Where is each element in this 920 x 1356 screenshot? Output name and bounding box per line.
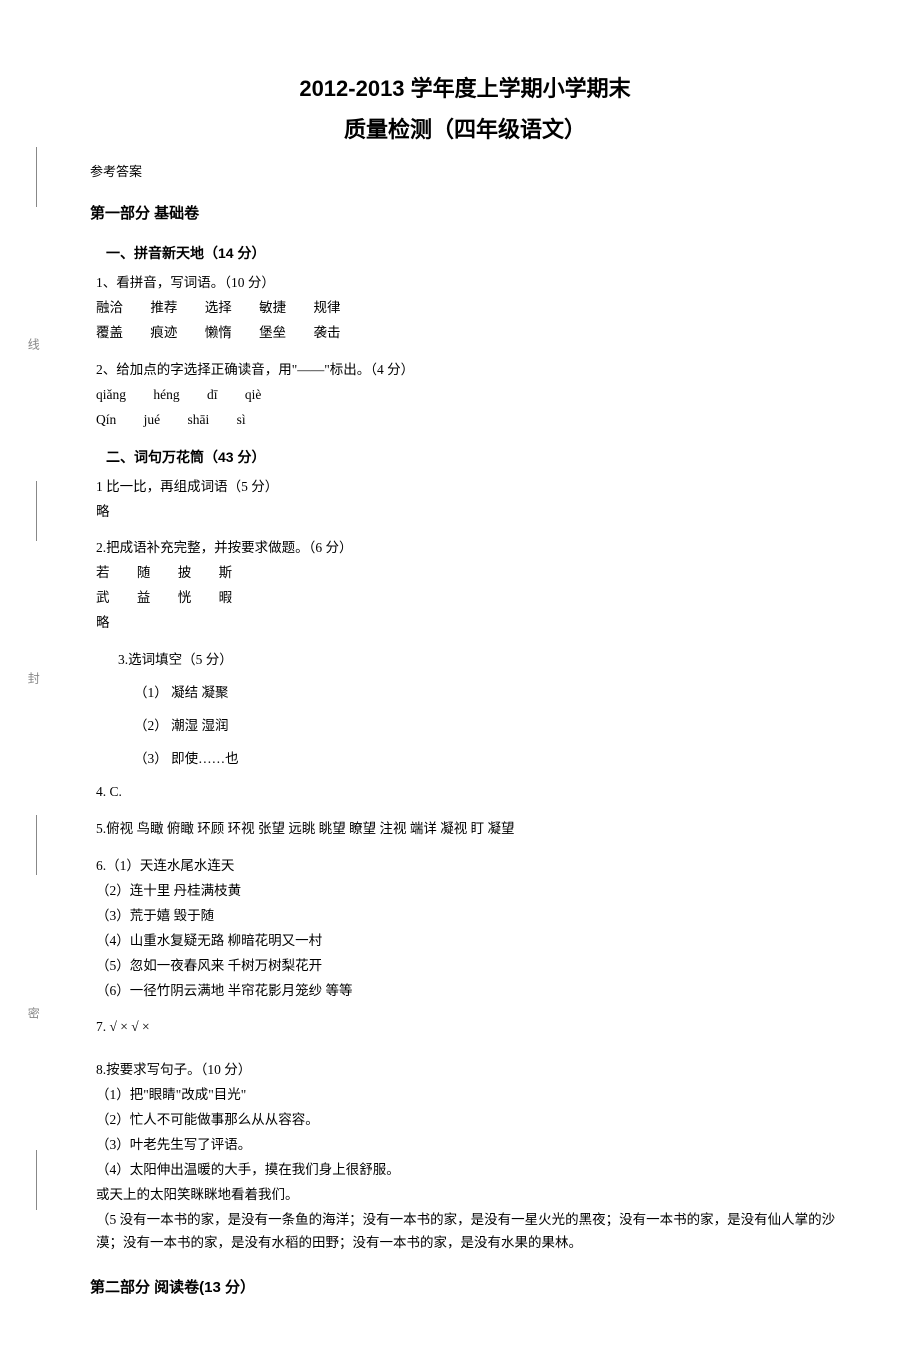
s2q1-ans: 略 (96, 501, 840, 524)
s2q3-i1: （1） 凝结 凝聚 (134, 682, 840, 705)
s2q4: 4. C. (96, 781, 840, 804)
reference-answer-label: 参考答案 (90, 161, 840, 183)
word: 堡垒 (259, 325, 286, 340)
pinyin: héng (153, 387, 179, 402)
pinyin: qiǎng (96, 387, 126, 402)
word: 敏捷 (259, 300, 286, 315)
section1-title: 一、拼音新天地（14 分） (106, 242, 840, 266)
char: 随 (137, 565, 151, 580)
s2q2-row2: 武 益 恍 暇 (96, 587, 840, 610)
s2q8-alt: 或天上的太阳笑眯眯地看着我们。 (96, 1184, 840, 1207)
s2q3-i3: （3） 即使……也 (134, 748, 840, 771)
char: 斯 (219, 565, 233, 580)
margin-line (36, 815, 37, 875)
pinyin: dī (207, 387, 218, 402)
q1-prompt: 1、看拼音，写词语。（10 分） (96, 272, 840, 295)
word: 推荐 (150, 300, 177, 315)
doc-title-line1: 2012-2013 学年度上学期小学期末 (90, 70, 840, 107)
q2-row1: qiǎng héng dī qiè (96, 384, 840, 407)
pinyin: qiè (245, 387, 262, 402)
pinyin: sì (237, 412, 246, 427)
s2q8-i3: （3）叶老先生写了评语。 (96, 1134, 840, 1157)
char: 武 (96, 590, 110, 605)
s2q8-i5: （5 没有一本书的家，是没有一条鱼的海洋；没有一本书的家，是没有一星火光的黑夜；… (96, 1209, 840, 1255)
s2q8-i4: （4）太阳伸出温暖的大手，摸在我们身上很舒服。 (96, 1159, 840, 1182)
doc-title-line2: 质量检测（四年级语文） (90, 111, 840, 148)
s2q7: 7. √ × √ × (96, 1016, 840, 1039)
pinyin: shāi (188, 412, 210, 427)
s2q6-i2: （2）连十里 丹桂满枝黄 (96, 880, 840, 903)
word: 懒惰 (205, 325, 232, 340)
s2q5: 5.俯视 鸟瞰 俯瞰 环顾 环视 张望 远眺 眺望 瞭望 注视 端详 凝视 盯 … (96, 818, 840, 841)
s2q3-prompt: 3.选词填空（5 分） (118, 649, 840, 672)
char: 恍 (178, 590, 192, 605)
q2-prompt: 2、给加点的字选择正确读音，用"——"标出。（4 分） (96, 359, 840, 382)
section2-title: 二、词句万花筒（43 分） (106, 446, 840, 470)
word: 规律 (314, 300, 341, 315)
s2q6-prompt: 6.（1）天连水尾水连天 (96, 855, 840, 878)
s2q8-i2: （2）忙人不可能做事那么从从容容。 (96, 1109, 840, 1132)
word: 融洽 (96, 300, 123, 315)
pinyin: jué (144, 412, 161, 427)
s2q2-prompt: 2.把成语补充完整，并按要求做题。（6 分） (96, 537, 840, 560)
s2q6-i4: （4）山重水复疑无路 柳暗花明又一村 (96, 930, 840, 953)
part1-heading: 第一部分 基础卷 (90, 201, 840, 227)
word: 选择 (205, 300, 232, 315)
q1-row2: 覆盖 痕迹 懒惰 堡垒 袭击 (96, 322, 840, 345)
margin-char: 封 (23, 672, 43, 684)
margin-char: 密 (23, 1007, 43, 1019)
s2q6-i6: （6）一径竹阴云满地 半帘花影月笼纱 等等 (96, 980, 840, 1003)
s2q2-ans: 略 (96, 612, 840, 635)
margin-line (36, 481, 37, 541)
margin-line (36, 1150, 37, 1210)
char: 披 (178, 565, 192, 580)
word: 痕迹 (150, 325, 177, 340)
s2q8-prompt: 8.按要求写句子。（10 分） (96, 1059, 840, 1082)
margin-line (36, 147, 37, 207)
s2q1-prompt: 1 比一比，再组成词语（5 分） (96, 476, 840, 499)
pinyin: Qín (96, 412, 116, 427)
char: 若 (96, 565, 110, 580)
margin-char: 线 (23, 338, 43, 350)
s2q8-i1: （1）把"眼睛"改成"目光" (96, 1084, 840, 1107)
word: 袭击 (314, 325, 341, 340)
s2q6-i3: （3）荒于嬉 毁于随 (96, 905, 840, 928)
word: 覆盖 (96, 325, 123, 340)
q2-row2: Qín jué shāi sì (96, 409, 840, 432)
char: 益 (137, 590, 151, 605)
q1-row1: 融洽 推荐 选择 敏捷 规律 (96, 297, 840, 320)
part2-heading: 第二部分 阅读卷(13 分） (90, 1275, 840, 1301)
binding-margin: 线 封 密 (18, 80, 48, 1276)
s2q6-i5: （5）忽如一夜春风来 千树万树梨花开 (96, 955, 840, 978)
char: 暇 (219, 590, 233, 605)
s2q2-row1: 若 随 披 斯 (96, 562, 840, 585)
s2q3-i2: （2） 潮湿 湿润 (134, 715, 840, 738)
